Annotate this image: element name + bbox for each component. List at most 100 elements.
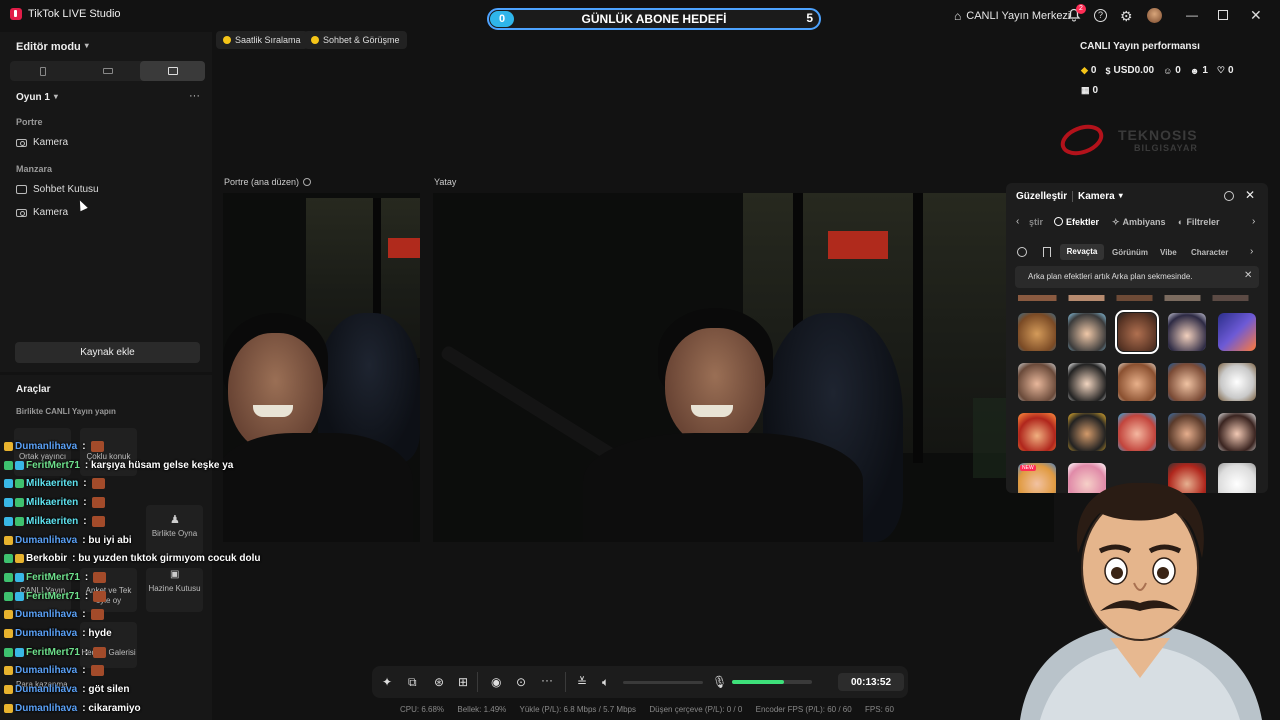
landscape-camera-preview[interactable] [433, 193, 1054, 542]
chat-message: Berkobir: bu yuzden tıktok girmıyom cocu… [4, 553, 260, 564]
user-badge-icon [4, 685, 13, 695]
chat-text: : karşıya hüsam gelse keşke ya [84, 459, 234, 471]
effect-bearded[interactable] [1168, 413, 1206, 451]
emote-icon [90, 441, 104, 452]
source-label: Kamera [1078, 191, 1115, 202]
effect-lion[interactable] [1018, 313, 1056, 351]
mic-volume-slider[interactable] [732, 680, 812, 684]
subtab-appearance[interactable]: Görünüm [1112, 248, 1148, 257]
help-icon[interactable]: ? [1094, 9, 1107, 22]
tab-effects[interactable]: Efektler [1054, 217, 1099, 227]
mode-landscape-button[interactable] [75, 61, 140, 81]
effect-cool-guy[interactable] [1068, 313, 1106, 351]
close-panel-icon[interactable]: ✕ [1245, 188, 1255, 202]
tool-treasure-box[interactable]: ▣ Hazine Kutusu [146, 568, 203, 612]
add-scene-icon[interactable]: ⊞ [458, 675, 468, 689]
chat-username[interactable]: FeritMert71 [26, 460, 80, 471]
tab-filters[interactable]: ◐ Filtreler [1178, 217, 1219, 227]
effect-surprised[interactable] [1118, 413, 1156, 451]
subtab-trending[interactable]: Revaçta [1060, 244, 1104, 260]
tool-label: Hazine Kutusu [148, 584, 201, 593]
effect-young-man[interactable] [1168, 363, 1206, 401]
chat-username[interactable]: FeritMert71 [26, 647, 80, 658]
audio-settings-icon[interactable]: ≚ [577, 675, 587, 689]
pill-label: Sohbet & Görüşme [323, 35, 400, 45]
microphone-icon[interactable]: 🎙︎ [712, 675, 727, 689]
stat-value: 0 [1090, 65, 1097, 76]
close-window-icon[interactable]: ✕ [1250, 7, 1262, 24]
portrait-source-camera[interactable]: Kamera [16, 137, 68, 148]
chat-username[interactable]: Milkaeriten [26, 516, 78, 527]
chat-username[interactable]: Dumanlihava [15, 703, 77, 714]
profile-avatar[interactable] [1147, 8, 1162, 23]
add-source-button[interactable]: Kaynak ekle [15, 342, 200, 363]
info-icon[interactable] [303, 178, 312, 186]
scene-dropdown[interactable]: Oyun 1 ▾ [16, 92, 58, 103]
chat-username[interactable]: FeritMert71 [26, 572, 80, 583]
person-body [223, 433, 413, 542]
chat-username[interactable]: FeritMert71 [26, 591, 80, 602]
more-options-icon[interactable]: ··· [189, 90, 200, 102]
layout-icon[interactable]: ⧉ [408, 675, 417, 690]
effect-realistic-man[interactable] [1018, 363, 1056, 401]
effect-gold-chain[interactable] [1068, 413, 1106, 451]
tool-play-together[interactable]: ♟ Birlikte Oyna [146, 505, 203, 555]
source-label: Kamera [33, 207, 69, 218]
record-icon[interactable]: ◉ [491, 675, 501, 689]
effect-smooth-face[interactable] [1118, 363, 1156, 401]
chat-username[interactable]: Berkobir [26, 553, 67, 564]
speaker-icon[interactable]: 🔈︎ [602, 675, 609, 690]
effect-glasses-woman[interactable] [1218, 413, 1256, 451]
screenshot-icon[interactable]: ⊙ [516, 675, 526, 689]
chat-username[interactable]: Dumanlihava [15, 609, 77, 620]
portrait-camera-preview[interactable] [223, 193, 420, 542]
chat-username[interactable]: Dumanlihava [15, 535, 77, 546]
bookmark-icon[interactable] [1043, 247, 1051, 257]
speaker-volume-slider[interactable] [623, 681, 703, 684]
live-timer: 00:13:52 [838, 673, 904, 691]
magic-wand-icon[interactable]: ✦ [382, 675, 392, 689]
hourly-ranking-pill[interactable]: Saatlik Sıralama [216, 31, 308, 49]
user-badge-icon [4, 703, 13, 713]
ai-icon[interactable]: ⊛ [434, 675, 444, 689]
tab-beautify-partial[interactable]: ştir [1029, 217, 1043, 227]
live-center-button[interactable]: ⌂ CANLI Yayın Merkezi [954, 9, 1070, 23]
landscape-source-chatbox[interactable]: Sohbet Kutusu [16, 184, 99, 195]
teknosis-logo [1060, 122, 1110, 158]
effect-selected[interactable] [1115, 310, 1159, 354]
tabs-scroll-right-icon[interactable]: › [1252, 216, 1255, 227]
effect-galaxy[interactable] [1218, 313, 1256, 351]
effect-anime-boy[interactable] [1168, 313, 1206, 351]
mode-dual-button[interactable] [140, 61, 205, 81]
chat-message: Milkaeriten: [4, 515, 105, 527]
settings-gear-icon[interactable]: ⚙ [1120, 8, 1133, 25]
minimize-icon[interactable]: — [1186, 8, 1198, 22]
maximize-icon[interactable] [1218, 10, 1228, 20]
effect-mr-bean[interactable] [1068, 363, 1106, 401]
subtab-vibe[interactable]: Vibe [1160, 248, 1177, 257]
chat-username[interactable]: Milkaeriten [26, 497, 78, 508]
chat-username[interactable]: Dumanlihava [15, 684, 77, 695]
ambiance-icon: ✧ [1112, 217, 1120, 227]
chat-username[interactable]: Dumanlihava [15, 628, 77, 639]
editor-mode-dropdown[interactable]: Editör modu ▾ [16, 41, 89, 53]
mode-portrait-button[interactable] [10, 61, 75, 81]
reset-icon[interactable] [1224, 191, 1234, 201]
chat-call-pill[interactable]: Sohbet & Görüşme [304, 31, 407, 49]
effect-clown[interactable] [1218, 363, 1256, 401]
tab-ambiance[interactable]: ✧ Ambiyans [1112, 217, 1166, 228]
no-effect-icon[interactable] [1017, 247, 1027, 257]
more-icon[interactable]: ··· [541, 673, 553, 687]
user-badge-icon [4, 516, 13, 526]
chat-username[interactable]: Dumanlihava [15, 441, 77, 452]
chat-username[interactable]: Milkaeriten [26, 478, 78, 489]
subtab-character[interactable]: Character [1191, 248, 1228, 257]
tabs-scroll-left-icon[interactable]: ‹ [1016, 216, 1019, 227]
chat-text: : [84, 590, 89, 602]
landscape-source-camera[interactable]: Kamera [16, 207, 68, 218]
source-dropdown[interactable]: Kamera ▾ [1078, 191, 1123, 202]
notice-close-icon[interactable]: ✕ [1244, 270, 1252, 281]
subtabs-scroll-right-icon[interactable]: › [1250, 246, 1253, 257]
chat-username[interactable]: Dumanlihava [15, 665, 77, 676]
effect-cowboy[interactable] [1018, 413, 1056, 451]
